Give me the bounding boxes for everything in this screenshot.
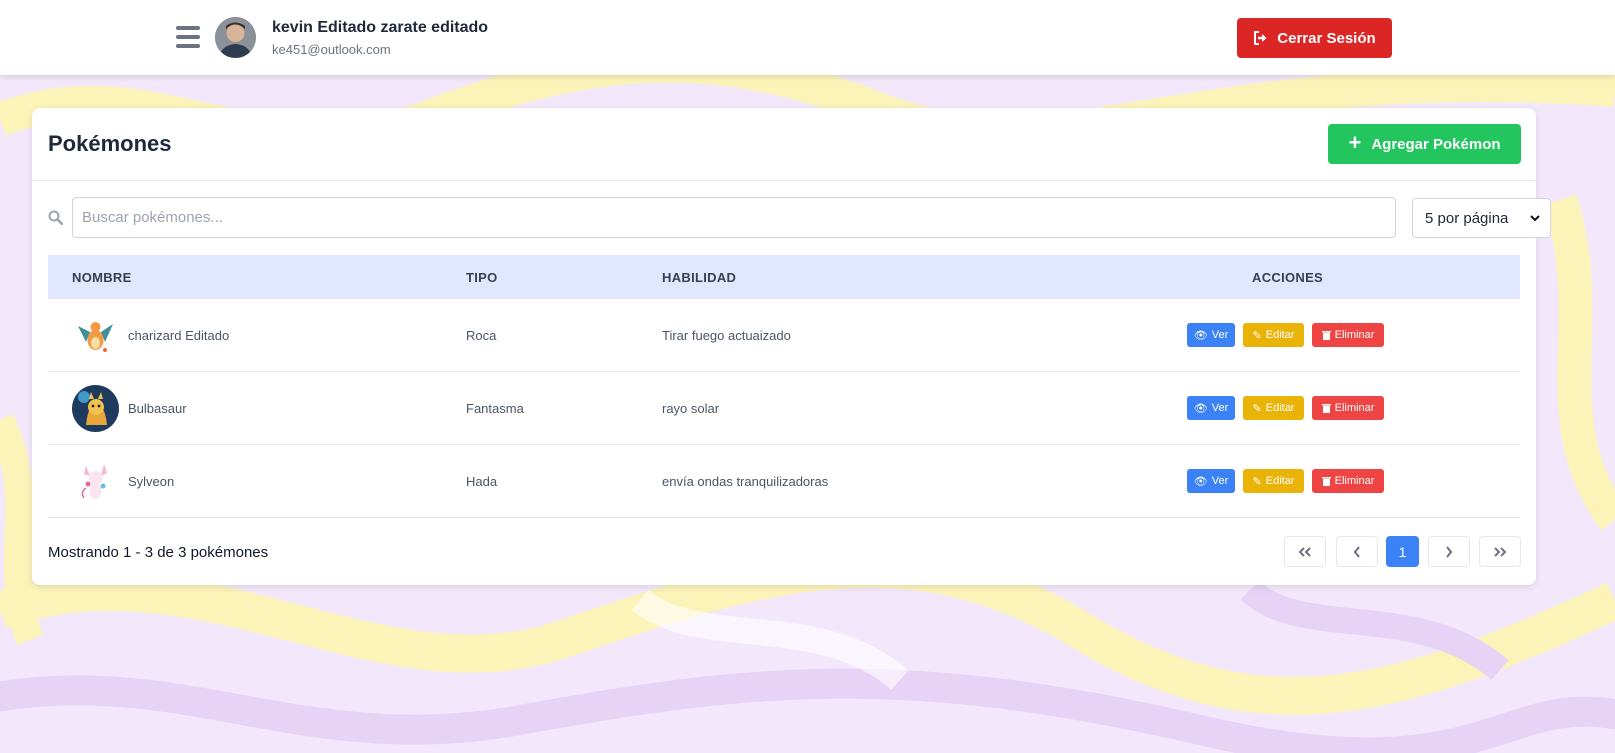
eye-icon: 👁 <box>1193 402 1208 415</box>
edit-button[interactable]: ✎ Editar <box>1243 469 1304 493</box>
page-title: Pokémones <box>48 131 172 156</box>
pokemon-type: Fantasma <box>466 401 524 416</box>
edit-label: Editar <box>1265 402 1295 414</box>
column-header-nombre: NOMBRE <box>72 270 132 285</box>
search-icon <box>48 210 63 225</box>
user-email: ke451@outlook.com <box>272 42 391 57</box>
add-pokemon-label: Agregar Pokémon <box>1371 135 1501 153</box>
page-size-value: 5 por página <box>1425 209 1509 227</box>
view-label: Ver <box>1211 475 1229 487</box>
trash-icon <box>1321 404 1331 413</box>
view-button[interactable]: 👁 Ver <box>1187 469 1235 493</box>
edit-icon: ✎ <box>1252 402 1262 415</box>
chevron-left-icon <box>1353 545 1360 558</box>
view-label: Ver <box>1211 329 1229 341</box>
page-button-current[interactable]: 1 <box>1386 536 1419 567</box>
trash-icon <box>1321 477 1331 486</box>
add-pokemon-button[interactable]: + Agregar Pokémon <box>1328 124 1521 164</box>
delete-button[interactable]: Eliminar <box>1312 396 1384 420</box>
delete-label: Eliminar <box>1334 475 1375 487</box>
edit-label: Editar <box>1265 475 1295 487</box>
pagination-summary: Mostrando 1 - 3 de 3 pokémones <box>48 544 269 561</box>
pokemon-image <box>72 458 119 505</box>
previous-page-button[interactable] <box>1336 536 1378 567</box>
table-row: Bulbasaur Fantasma rayo solar 👁 Ver ✎ Edit… <box>48 372 1520 445</box>
delete-button[interactable]: Eliminar <box>1312 323 1384 347</box>
trash-icon <box>1321 331 1331 340</box>
pokemon-name: charizard Editado <box>128 328 230 343</box>
pokemon-ability: envía ondas tranquilizadoras <box>662 474 829 489</box>
pokemon-type: Hada <box>466 474 498 489</box>
sign-out-icon <box>1254 31 1267 45</box>
user-avatar <box>215 17 256 58</box>
pokemon-ability: Tirar fuego actuaizado <box>662 328 791 343</box>
search-input[interactable] <box>72 197 1396 238</box>
eye-icon: 👁 <box>1193 329 1208 342</box>
eye-icon: 👁 <box>1193 475 1208 488</box>
view-button[interactable]: 👁 Ver <box>1187 323 1235 347</box>
first-page-button[interactable] <box>1284 536 1326 567</box>
pokemon-name: Bulbasaur <box>128 401 187 416</box>
delete-button[interactable]: Eliminar <box>1312 469 1384 493</box>
user-name: kevin Editado zarate editado <box>272 19 489 36</box>
view-label: Ver <box>1211 402 1229 414</box>
double-chevron-left-icon <box>1298 546 1311 557</box>
logout-button[interactable]: Cerrar Sesión <box>1237 18 1392 58</box>
card-divider <box>32 180 1536 181</box>
table-header: NOMBRE TIPO HABILIDAD ACCIONES <box>48 255 1520 299</box>
table-row: Sylveon Hada envía ondas tranquilizadora… <box>48 445 1520 518</box>
chevron-down-icon <box>1530 214 1540 221</box>
edit-button[interactable]: ✎ Editar <box>1243 396 1304 420</box>
page-size-select[interactable]: 5 por página <box>1412 198 1551 238</box>
pokemon-image <box>72 312 119 359</box>
edit-label: Editar <box>1265 329 1295 341</box>
column-header-acciones: ACCIONES <box>1252 270 1324 285</box>
edit-button[interactable]: ✎ Editar <box>1243 323 1304 347</box>
pokemon-card: Pokémones + Agregar Pokémon 5 por página… <box>32 108 1551 585</box>
logout-label: Cerrar Sesión <box>1277 29 1376 47</box>
last-page-button[interactable] <box>1479 536 1521 567</box>
edit-icon: ✎ <box>1252 329 1262 342</box>
view-button[interactable]: 👁 Ver <box>1187 396 1235 420</box>
pokemon-type: Roca <box>466 328 497 343</box>
chevron-right-icon <box>1446 545 1453 558</box>
column-header-habilidad: HABILIDAD <box>662 270 737 285</box>
top-navbar: kevin Editado zarate editado ke451@outlo… <box>0 0 1615 75</box>
pokemon-ability: rayo solar <box>662 401 720 416</box>
edit-icon: ✎ <box>1252 475 1262 488</box>
pokemon-image <box>72 385 119 432</box>
delete-label: Eliminar <box>1334 402 1375 414</box>
double-chevron-right-icon <box>1494 546 1507 557</box>
delete-label: Eliminar <box>1334 329 1375 341</box>
hamburger-menu-icon[interactable] <box>176 26 200 48</box>
next-page-button[interactable] <box>1428 536 1470 567</box>
table-row: charizard Editado Roca Tirar fuego actua… <box>48 299 1520 372</box>
plus-icon: + <box>1348 130 1362 155</box>
pokemon-name: Sylveon <box>128 474 175 489</box>
column-header-tipo: TIPO <box>466 270 498 285</box>
